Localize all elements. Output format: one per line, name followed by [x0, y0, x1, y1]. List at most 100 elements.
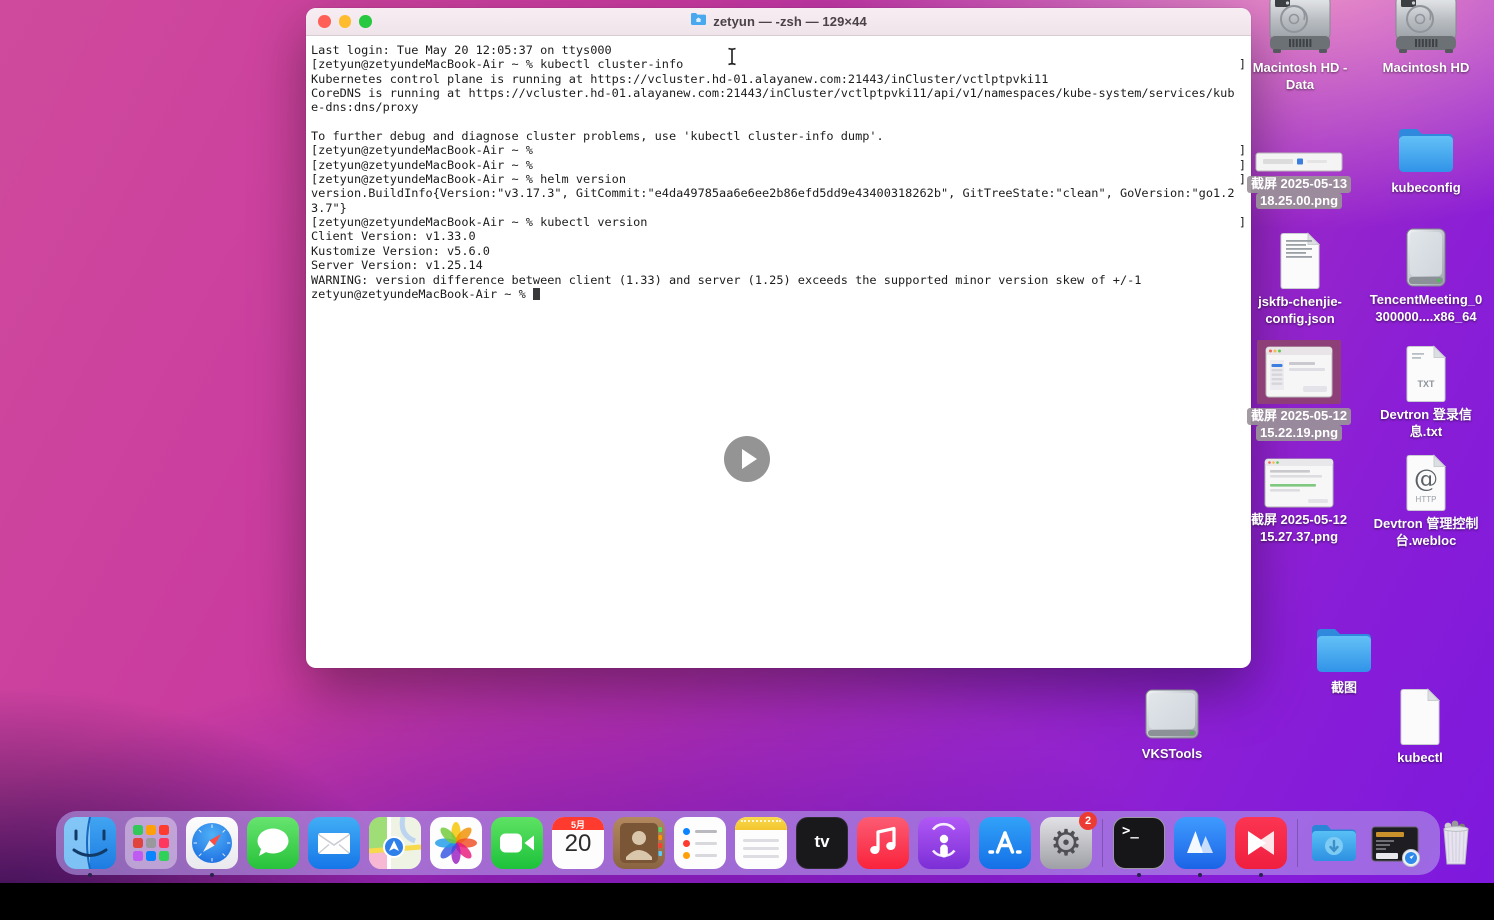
desktop-icon-label: 截屏 2025-05-1318.25.00.png — [1247, 176, 1351, 209]
letterbox-bar — [0, 883, 1494, 920]
running-indicator-dot — [1198, 873, 1202, 877]
terminal-block-cursor — [533, 288, 540, 300]
close-button[interactable] — [318, 15, 331, 28]
ext-drive-h-icon — [1142, 684, 1202, 742]
thumb-shot-icon — [1257, 336, 1341, 404]
dock-item-appletv-icon[interactable]: tv — [796, 817, 848, 869]
dock-divider — [1102, 819, 1103, 867]
dock-item-settings-icon[interactable]: ⚙ 2 — [1040, 817, 1092, 869]
doc-webloc-icon: @ HTTP — [1403, 450, 1449, 512]
dock-item-safari-icon[interactable] — [186, 817, 238, 869]
terminal-line: [zetyun@zetyundeMacBook-Air ~ %] — [311, 143, 1246, 157]
terminal-line: To further debug and diagnose cluster pr… — [311, 129, 1246, 143]
dock-item-mail-icon[interactable] — [308, 817, 360, 869]
notification-badge: 2 — [1079, 812, 1097, 830]
desktop-icon-label: VKSTools — [1138, 746, 1206, 763]
terminal-line — [311, 115, 1246, 129]
home-folder-icon — [690, 12, 707, 31]
dock-item-podcasts-icon[interactable] — [918, 817, 970, 869]
desktop-icon-kubeconfig-folder[interactable]: kubeconfig — [1358, 118, 1494, 197]
window-title: zetyun — -zsh — 129×44 — [713, 14, 867, 29]
dock-item-reminders-icon[interactable] — [674, 817, 726, 869]
dock-item-red-media-app-icon[interactable] — [1235, 817, 1287, 869]
terminal-line: Server Version: v1.25.14 — [311, 258, 1246, 272]
dock-item-downloads-folder-icon[interactable] — [1308, 817, 1360, 869]
desktop-icon-macintosh-hd[interactable]: Macintosh HD — [1358, 0, 1494, 77]
dock-item-photos-icon[interactable] — [430, 817, 482, 869]
traffic-lights — [318, 8, 372, 35]
desktop: zetyun — -zsh — 129×44 Last login: Tue M… — [0, 0, 1494, 920]
desktop-icon-vkstools-drive[interactable]: VKSTools — [1104, 684, 1240, 763]
dock-item-messages-icon[interactable] — [247, 817, 299, 869]
desktop-icon-macintosh-hd-data[interactable]: Macintosh HD -Data — [1232, 0, 1368, 93]
svg-text:HTTP: HTTP — [1416, 495, 1437, 504]
terminal-line: [zetyun@zetyundeMacBook-Air ~ % kubectl … — [311, 57, 1246, 71]
calendar-day-label: 20 — [552, 830, 604, 858]
desktop-icon-screenshot-2025-05-12-15-22-19-png[interactable]: 截屏 2025-05-1215.22.19.png — [1231, 336, 1367, 441]
dock-item-facetime-icon[interactable] — [491, 817, 543, 869]
terminal-output[interactable]: Last login: Tue May 20 12:05:37 on ttys0… — [306, 36, 1251, 301]
doc-txt-icon: TXT — [1403, 341, 1449, 403]
prompt-glyph: >_ — [1122, 823, 1139, 839]
tv-logo-label: tv — [797, 832, 847, 852]
desktop-icon-label: jskfb-chenjie-config.json — [1254, 294, 1346, 327]
dock-item-minimized-safari-window-icon[interactable] — [1369, 817, 1421, 869]
dock-item-contacts-icon[interactable] — [613, 817, 665, 869]
thumb-white-icon — [1264, 456, 1334, 508]
dock-item-notes-icon[interactable] — [735, 817, 787, 869]
dock: 5月 20 tv ⚙ 2 >_ — [56, 811, 1440, 875]
desktop-icon-devtron-login-info-txt[interactable]: TXT Devtron 登录信息.txt — [1358, 341, 1494, 440]
terminal-line: WARNING: version difference between clie… — [311, 273, 1246, 287]
desktop-icon-label: Macintosh HD — [1379, 60, 1474, 77]
desktop-icon-label: 截屏 2025-05-1215.22.19.png — [1247, 408, 1351, 441]
desktop-icon-label: 截屏 2025-05-1215.27.37.png — [1247, 512, 1351, 545]
svg-text:TXT: TXT — [1418, 379, 1436, 389]
desktop-icon-tencentmeeting-installer[interactable]: TencentMeeting_0300000....x86_64 — [1358, 226, 1494, 325]
running-indicator-dot — [1137, 873, 1141, 877]
terminal-line: Last login: Tue May 20 12:05:37 on ttys0… — [311, 43, 1246, 57]
dock-item-tencent-meeting-icon[interactable] — [1174, 817, 1226, 869]
dock-divider — [1297, 819, 1298, 867]
folder-icon — [1313, 618, 1375, 676]
desktop-icon-kubectl-file[interactable]: kubectl — [1352, 684, 1488, 767]
desktop-icon-screenshot-2025-05-13-18-25-00-png[interactable]: 截屏 2025-05-1318.25.00.png — [1231, 128, 1367, 209]
minimize-button[interactable] — [339, 15, 352, 28]
terminal-window[interactable]: zetyun — -zsh — 129×44 Last login: Tue M… — [306, 8, 1251, 668]
terminal-line: Kubernetes control plane is running at h… — [311, 72, 1246, 86]
desktop-icon-devtron-console-webloc[interactable]: @ HTTP Devtron 管理控制台.webloc — [1358, 450, 1494, 549]
desktop-icon-jskfb-chenjie-config-json[interactable]: jskfb-chenjie-config.json — [1232, 228, 1368, 327]
desktop-icon-label: Macintosh HD -Data — [1249, 60, 1352, 93]
doc-json-icon — [1277, 228, 1323, 290]
terminal-line: zetyun@zetyundeMacBook-Air ~ % — [311, 287, 1246, 301]
doc-blank-icon — [1397, 684, 1443, 746]
dock-item-maps-icon[interactable] — [369, 817, 421, 869]
folder-icon — [1395, 118, 1457, 176]
running-indicator-dot — [1259, 873, 1263, 877]
terminal-line: [zetyun@zetyundeMacBook-Air ~ % kubectl … — [311, 215, 1246, 229]
dock-item-calendar-icon[interactable]: 5月 20 — [552, 817, 604, 869]
desktop-icon-screenshot-2025-05-12-15-27-37-png[interactable]: 截屏 2025-05-1215.27.37.png — [1231, 456, 1367, 545]
terminal-line: version.BuildInfo{Version:"v3.17.3", Git… — [311, 186, 1246, 200]
running-indicator-dot — [88, 873, 92, 877]
terminal-line: 3.7"} — [311, 201, 1246, 215]
dock-item-terminal-icon[interactable]: >_ — [1113, 817, 1165, 869]
video-play-button[interactable] — [724, 436, 770, 482]
desktop-icon-label: Devtron 管理控制台.webloc — [1370, 516, 1483, 549]
zoom-button[interactable] — [359, 15, 372, 28]
play-triangle-icon — [742, 449, 757, 469]
dock-item-music-icon[interactable] — [857, 817, 909, 869]
terminal-line: CoreDNS is running at https://vcluster.h… — [311, 86, 1246, 100]
desktop-icon-label: kubeconfig — [1387, 180, 1464, 197]
terminal-line: [zetyun@zetyundeMacBook-Air ~ %] — [311, 158, 1246, 172]
internal-drive-icon — [1393, 0, 1459, 56]
dock-item-launchpad-icon[interactable] — [125, 817, 177, 869]
window-titlebar[interactable]: zetyun — -zsh — 129×44 — [306, 8, 1251, 36]
dock-item-finder-icon[interactable] — [64, 817, 116, 869]
dock-item-trash-full-icon[interactable] — [1430, 817, 1482, 869]
terminal-line: Client Version: v1.33.0 — [311, 229, 1246, 243]
terminal-line: e-dns:dns/proxy — [311, 100, 1246, 114]
dock-item-appstore-icon[interactable] — [979, 817, 1031, 869]
ext-drive-icon — [1403, 226, 1449, 288]
desktop-icon-label: TencentMeeting_0300000....x86_64 — [1366, 292, 1486, 325]
desktop-icon-label: Devtron 登录信息.txt — [1376, 407, 1476, 440]
